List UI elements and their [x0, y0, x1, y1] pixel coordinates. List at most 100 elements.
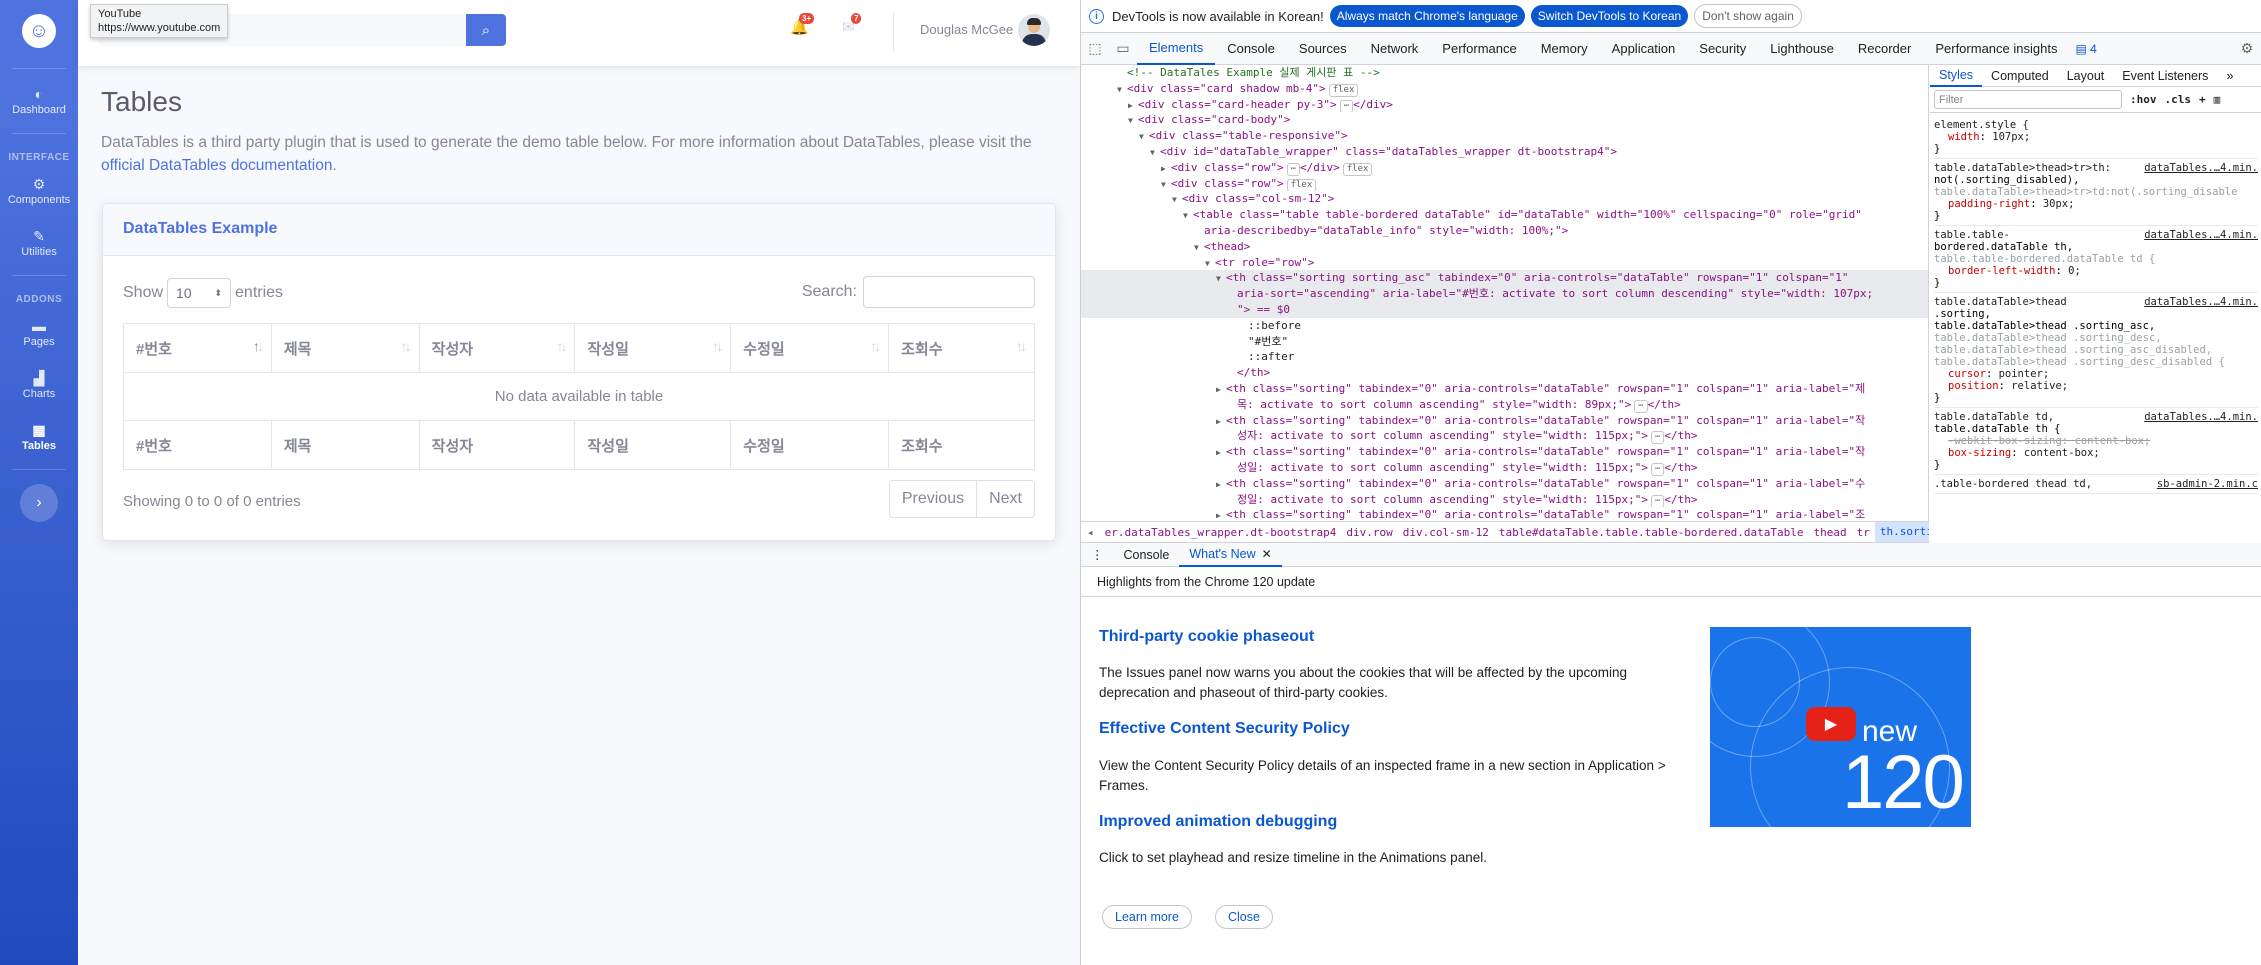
collapsed-content-icon[interactable]: ⋯ — [1339, 99, 1354, 113]
tab-lighthouse[interactable]: Lighthouse — [1758, 33, 1846, 65]
crumb-item[interactable]: table#dataTable.table.table-bordered.dat… — [1494, 526, 1809, 539]
device-toolbar-icon[interactable]: ▭ — [1109, 40, 1137, 57]
css-property[interactable]: width: 107px; — [1934, 131, 2258, 143]
tab-security[interactable]: Security — [1687, 33, 1758, 65]
alerts-dropdown[interactable]: 🔔 3+ — [790, 13, 815, 36]
chrome-120-promo-image[interactable]: ▶ new 120 — [1710, 627, 1971, 827]
sidebar-item-charts[interactable]: ▟ Charts — [0, 359, 78, 411]
column-header-title[interactable]: 제목 ↑↓ — [270, 323, 420, 373]
dom-node-line[interactable]: 목: activate to sort column ascending" st… — [1081, 397, 1928, 413]
css-property[interactable]: cursor: pointer; — [1934, 368, 2258, 380]
length-select[interactable]: 10 ⬍ — [167, 278, 232, 308]
rule-selector[interactable]: .table-bordered thead td, — [1934, 478, 2092, 490]
collapse-arrow-icon[interactable]: ▼ — [1172, 192, 1182, 207]
dom-node-line[interactable]: 성자: activate to sort column ascending" s… — [1081, 428, 1928, 445]
rule-source-link[interactable]: dataTables.…4.min. — [2144, 296, 2258, 308]
expand-arrow-icon[interactable]: ▶ — [1216, 477, 1226, 492]
table-search-input[interactable] — [863, 276, 1035, 308]
learn-more-button[interactable]: Learn more — [1102, 905, 1192, 929]
collapse-arrow-icon[interactable]: ▼ — [1128, 113, 1138, 128]
crumb-item[interactable]: er.dataTables_wrapper.dt-bootstrap4 — [1100, 526, 1342, 539]
dom-node-line[interactable]: ▼ <table class="table table-bordered data… — [1081, 207, 1928, 223]
collapse-arrow-icon[interactable]: ▼ — [1139, 129, 1149, 144]
dom-node-line[interactable]: </th> — [1081, 365, 1928, 381]
rule-selector[interactable]: element.style { — [1934, 119, 2029, 131]
dom-node-line[interactable]: ▶ <th class="sorting" tabindex="0" aria-c… — [1081, 444, 1928, 460]
dom-node-line[interactable]: ▼ <tr role="row"> — [1081, 255, 1928, 271]
dom-node-line[interactable]: ▼ <th class="sorting sorting_asc" tabinde… — [1081, 270, 1928, 287]
collapse-arrow-icon[interactable]: ▼ — [1150, 145, 1160, 160]
sidebar-brand[interactable]: ☺ — [0, 0, 78, 62]
tab-memory[interactable]: Memory — [1529, 33, 1600, 65]
messages-dropdown[interactable]: ✉ 7 — [842, 13, 862, 36]
rule-source-link[interactable]: dataTables.…4.min. — [2144, 411, 2258, 423]
search-button[interactable]: ⌕ — [466, 14, 506, 46]
dom-node-line[interactable]: ▶ <th class="sorting" tabindex="0" aria-c… — [1081, 507, 1928, 521]
tab-styles[interactable]: Styles — [1930, 65, 1983, 87]
collapse-arrow-icon[interactable]: ▼ — [1161, 177, 1171, 192]
tab-elements[interactable]: Elements — [1137, 33, 1216, 65]
datatables-docs-link[interactable]: official DataTables documentation — [101, 157, 333, 174]
dom-node-line[interactable]: <!-- DataTales Example 실제 게시판 표 --> — [1081, 65, 1928, 81]
collapsed-content-icon[interactable]: ⋯ — [1650, 462, 1665, 476]
inspect-element-icon[interactable]: ⬚ — [1081, 40, 1109, 57]
collapse-arrow-icon[interactable]: ▼ — [1194, 240, 1204, 255]
rule-selector[interactable]: table.dataTable>thead>tr>th: — [1934, 162, 2111, 174]
new-rule-icon[interactable]: + — [2199, 93, 2206, 106]
switch-korean-button[interactable]: Switch DevTools to Korean — [1530, 5, 1689, 27]
expand-arrow-icon[interactable]: ▶ — [1216, 414, 1226, 429]
tab-sources[interactable]: Sources — [1287, 33, 1359, 65]
crumb-item[interactable]: tr — [1852, 526, 1875, 539]
crumbs-left-arrow-icon[interactable]: ◂ — [1081, 526, 1100, 539]
sidebar-item-pages[interactable]: ▬ Pages — [0, 307, 78, 359]
rule-selector[interactable]: table.dataTable>thead — [1934, 296, 2067, 308]
tab-performance-insights[interactable]: Performance insights — [1923, 33, 2069, 65]
collapse-arrow-icon[interactable]: ▼ — [1117, 82, 1127, 97]
column-header-number[interactable]: #번호 ↑↓ — [123, 323, 272, 373]
sidebar-item-utilities[interactable]: ✎ Utilities — [0, 217, 78, 269]
collapsed-content-icon[interactable]: ⋯ — [1286, 162, 1301, 176]
crumb-item[interactable]: div.row — [1341, 526, 1397, 539]
crumb-item[interactable]: thead — [1809, 526, 1852, 539]
cls-toggle[interactable]: .cls — [2165, 93, 2192, 106]
collapse-arrow-icon[interactable]: ▼ — [1205, 256, 1215, 271]
crumb-item-selected[interactable]: th.sorting.sorting_asc — [1874, 522, 1929, 542]
dom-node-line[interactable]: ::before — [1081, 318, 1928, 334]
issues-counter[interactable]: ▤ 4 — [2075, 42, 2096, 56]
column-header-author[interactable]: 작성자 ↑↓ — [418, 323, 576, 373]
tab-computed[interactable]: Computed — [1982, 65, 2058, 87]
sidebar-item-tables[interactable]: ▦ Tables — [0, 411, 78, 463]
tab-performance[interactable]: Performance — [1430, 33, 1528, 65]
column-header-modified[interactable]: 수정일 ↑↓ — [730, 323, 890, 373]
collapse-arrow-icon[interactable]: ▼ — [1183, 208, 1193, 223]
column-header-created[interactable]: 작성일 ↑↓ — [574, 323, 732, 373]
dom-node-line[interactable]: ▶ <th class="sorting" tabindex="0" aria-c… — [1081, 476, 1928, 492]
next-button[interactable]: Next — [977, 480, 1035, 518]
crumb-item[interactable]: div.col-sm-12 — [1398, 526, 1494, 539]
rule-selector[interactable]: table.dataTable td, — [1934, 411, 2054, 423]
rule-source-link[interactable]: dataTables.…4.min. — [2144, 162, 2258, 174]
dom-node-line[interactable]: ▶ <th class="sorting" tabindex="0" aria-c… — [1081, 381, 1928, 397]
tab-console[interactable]: Console — [1215, 33, 1287, 65]
match-language-button[interactable]: Always match Chrome's language — [1329, 5, 1525, 27]
css-property[interactable]: box-sizing: content-box; — [1934, 447, 2258, 459]
feature-heading[interactable]: Improved animation debugging — [1099, 813, 1337, 831]
expand-arrow-icon[interactable]: ▶ — [1216, 445, 1226, 460]
styles-filter-input[interactable]: Filter — [1934, 90, 2122, 109]
drawer-tab-whats-new[interactable]: What's New ✕ — [1179, 543, 1282, 567]
previous-button[interactable]: Previous — [888, 480, 978, 518]
settings-gear-icon[interactable]: ⚙ — [2233, 40, 2261, 57]
expand-arrow-icon[interactable]: ▶ — [1161, 161, 1171, 176]
tab-application[interactable]: Application — [1600, 33, 1688, 65]
tab-event-listeners[interactable]: Event Listeners — [2113, 65, 2217, 87]
dom-node-line[interactable]: ▼ <div class="col-sm-12"> — [1081, 191, 1928, 207]
collapsed-content-icon[interactable]: ⋯ — [1650, 494, 1665, 508]
collapsed-content-icon[interactable]: ⋯ — [1634, 399, 1648, 413]
rule-selector[interactable]: table.table- — [1934, 229, 2010, 241]
flex-badge[interactable]: flex — [1342, 162, 1373, 176]
dom-node-line[interactable]: aria-describedby="dataTable_info" style=… — [1081, 223, 1928, 239]
expand-arrow-icon[interactable]: ▶ — [1216, 508, 1226, 521]
dom-node-line[interactable]: ::after — [1081, 349, 1928, 365]
close-button[interactable]: Close — [1215, 905, 1273, 929]
dom-node-line[interactable]: ▼ <div class="table-responsive"> — [1081, 128, 1928, 144]
